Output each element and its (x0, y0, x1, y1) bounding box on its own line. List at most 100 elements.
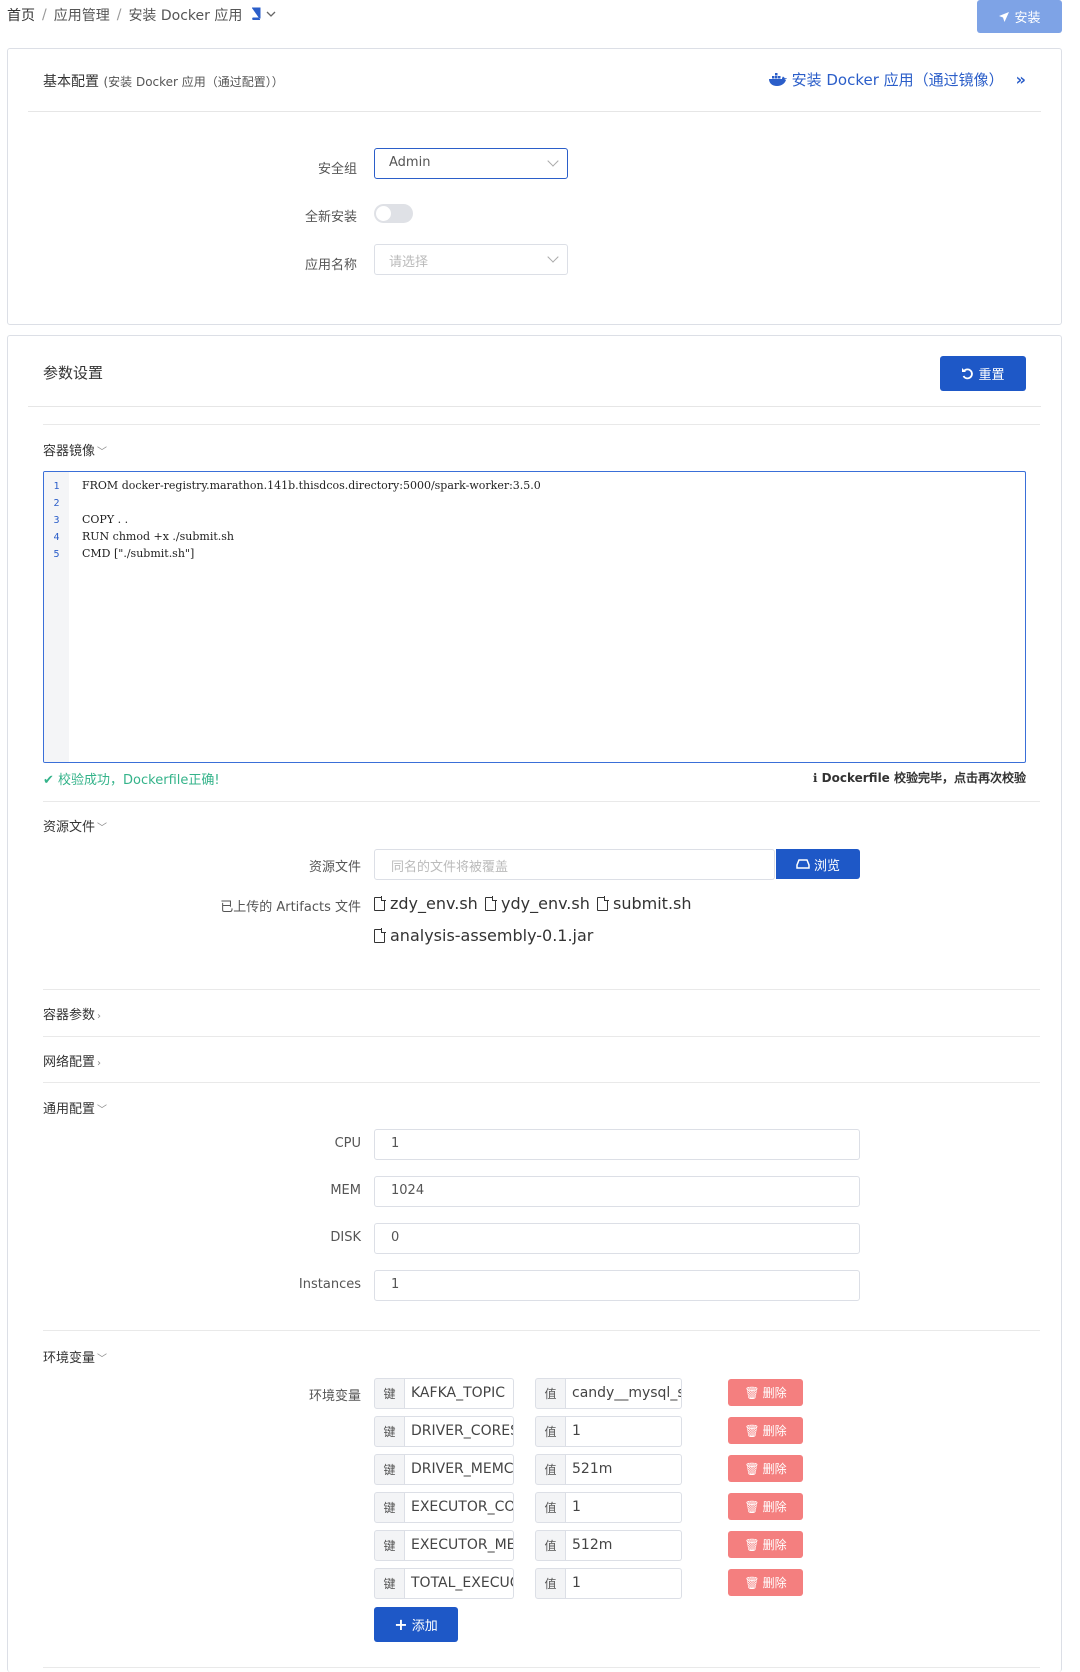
cpu-value: 1 (391, 1136, 400, 1151)
env-key-input[interactable]: EXECUTOR_CO (405, 1492, 514, 1523)
resource-file-label: 资源文件 (308, 860, 361, 875)
install-label: 安装 (1014, 11, 1041, 26)
book-icon[interactable] (250, 7, 262, 24)
section-network-toggle[interactable]: 网络配置 › (43, 1051, 101, 1070)
disk-label: DISK (330, 1230, 361, 1245)
switch-to-image-link[interactable]: 安装 Docker 应用（通过镜像） » (768, 69, 1026, 90)
revalidate-link[interactable]: ℹ Dockerfile 校验完毕，点击再次校验 (813, 769, 1026, 786)
params-panel: 参数设置 重置 容器镜像 ﹀ 1 FROM docker-registry.mara… (7, 335, 1062, 1672)
docker-icon (768, 72, 787, 86)
validation-success-text: 校验成功，Dockerfile正确! (58, 773, 220, 788)
breadcrumb-separator: / (42, 7, 47, 23)
breadcrumb-app-management[interactable]: 应用管理 (54, 5, 110, 25)
instances-value: 1 (391, 1277, 400, 1292)
artifact-file[interactable]: ydy_env.sh (485, 894, 590, 913)
section-container-params-toggle[interactable]: 容器参数 › (43, 1004, 101, 1023)
value-addon: 值 (535, 1454, 566, 1485)
delete-env-button[interactable]: 🗑 删除 (728, 1569, 803, 1596)
breadcrumb-home[interactable]: 首页 (7, 5, 35, 25)
env-key-input[interactable]: DRIVER_MEMC (405, 1454, 514, 1485)
fresh-install-label: 全新安装 (304, 210, 357, 225)
switch-link-label: 安装 Docker 应用（通过镜像） (791, 71, 1004, 89)
browse-button[interactable]: 浏览 (776, 849, 860, 879)
hdd-icon (796, 859, 810, 869)
app-name-placeholder: 请选择 (389, 255, 429, 270)
artifact-file[interactable]: analysis-assembly-0.1.jar (374, 926, 593, 945)
section-general-toggle[interactable]: 通用配置 ﹀ (43, 1098, 107, 1117)
fresh-install-toggle[interactable] (374, 204, 413, 223)
env-value-input[interactable]: 521m (566, 1454, 682, 1485)
instances-input[interactable]: 1 (374, 1270, 860, 1301)
delete-env-button[interactable]: 🗑 删除 (728, 1455, 803, 1482)
section-image-toggle[interactable]: 容器镜像 ﹀ (43, 440, 107, 459)
security-group-select[interactable]: Admin (374, 148, 568, 179)
code-line: 4 RUN chmod +x ./submit.sh (53, 530, 234, 543)
install-button[interactable]: 安装 (977, 0, 1062, 33)
disk-input[interactable]: 0 (374, 1223, 860, 1254)
delete-env-button[interactable]: 🗑 删除 (728, 1531, 803, 1558)
trash-icon: 🗑 (744, 1461, 760, 1476)
env-key-input[interactable]: KAFKA_TOPIC (405, 1378, 514, 1409)
file-icon (374, 895, 386, 911)
section-resource-title: 资源文件 (43, 820, 96, 835)
env-key-input[interactable]: TOTAL_EXECUC (405, 1568, 514, 1599)
file-icon (374, 927, 386, 943)
rocket-icon (999, 11, 1010, 22)
reset-label: 重置 (978, 368, 1005, 383)
divider (43, 1036, 1040, 1037)
basic-config-panel: 基本配置 (安装 Docker 应用（通过配置）） 安装 Docker 应用（通… (7, 48, 1062, 325)
env-value-input[interactable]: 1 (566, 1492, 682, 1523)
env-key-input[interactable]: EXECUTOR_ME (405, 1530, 514, 1561)
app-name-select[interactable]: 请选择 (374, 244, 568, 275)
section-image-title: 容器镜像 (43, 444, 96, 459)
section-general-title: 通用配置 (43, 1102, 96, 1117)
section-resource-toggle[interactable]: 资源文件 ﹀ (43, 816, 107, 835)
chevron-down-icon (547, 251, 559, 263)
value-addon: 值 (535, 1568, 566, 1599)
resource-file-input[interactable]: 同名的文件将被覆盖 (374, 849, 775, 880)
chevron-right-icon: › (97, 1058, 102, 1069)
delete-env-button[interactable]: 🗑 删除 (728, 1493, 803, 1520)
section-network-title: 网络配置 (43, 1055, 96, 1070)
env-label: 环境变量 (308, 1389, 361, 1404)
delete-env-button[interactable]: 🗑 删除 (728, 1379, 803, 1406)
env-value-input[interactable]: candy__mysql_s (566, 1378, 682, 1409)
reset-button[interactable]: 重置 (940, 356, 1026, 391)
browse-label: 浏览 (813, 858, 840, 874)
basic-config-title: 基本配置 (安装 Docker 应用（通过配置）） (43, 71, 284, 91)
key-addon: 键 (374, 1378, 405, 1409)
artifact-file[interactable]: zdy_env.sh (374, 894, 478, 913)
basic-config-header: 基本配置 (安装 Docker 应用（通过配置）） 安装 Docker 应用（通… (28, 49, 1041, 112)
dockerfile-editor[interactable]: 1 FROM docker-registry.marathon.141b.this… (43, 471, 1026, 763)
add-env-button[interactable]: + 添加 (374, 1607, 458, 1642)
undo-icon (962, 368, 974, 380)
params-title: 参数设置 (43, 364, 104, 382)
section-env-title: 环境变量 (43, 1351, 96, 1366)
env-value-input[interactable]: 1 (566, 1416, 682, 1447)
chevron-down-icon[interactable] (266, 10, 276, 21)
chevron-down-icon (547, 155, 559, 167)
env-key-input[interactable]: DRIVER_CORES (405, 1416, 514, 1447)
resource-file-placeholder: 同名的文件将被覆盖 (391, 860, 509, 875)
section-env-toggle[interactable]: 环境变量 ﹀ (43, 1347, 107, 1366)
revalidate-text: Dockerfile 校验完毕，点击再次校验 (821, 771, 1026, 785)
divider (43, 424, 1040, 425)
key-addon: 键 (374, 1568, 405, 1599)
cpu-input[interactable]: 1 (374, 1129, 860, 1160)
env-value-input[interactable]: 1 (566, 1568, 682, 1599)
mem-input[interactable]: 1024 (374, 1176, 860, 1207)
plus-icon: + (394, 1615, 408, 1634)
chevron-down-icon: ﹀ (97, 1105, 108, 1116)
artifact-file[interactable]: submit.sh (597, 894, 692, 913)
code-line: 3 COPY . . (53, 513, 129, 526)
section-container-params-title: 容器参数 (43, 1008, 96, 1023)
divider (43, 1082, 1040, 1083)
chevron-right-icon: › (97, 1011, 102, 1022)
params-header: 参数设置 重置 (28, 336, 1041, 407)
env-value-input[interactable]: 512m (566, 1530, 682, 1561)
value-addon: 值 (535, 1492, 566, 1523)
chevron-down-icon: ﹀ (97, 1354, 108, 1365)
info-icon: ℹ (812, 771, 818, 785)
basic-config-subtitle: (安装 Docker 应用（通过配置）） (103, 75, 284, 89)
delete-env-button[interactable]: 🗑 删除 (728, 1417, 803, 1444)
